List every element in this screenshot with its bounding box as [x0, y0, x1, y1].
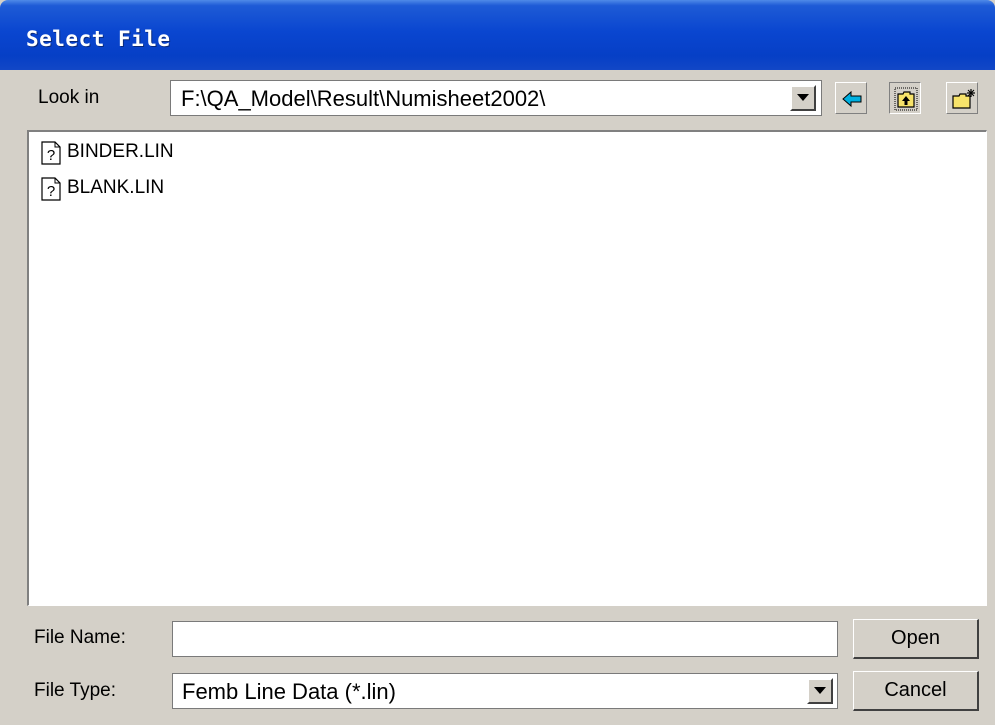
cancel-button[interactable]: Cancel [853, 671, 979, 711]
folder-up-icon [894, 87, 918, 111]
back-button[interactable] [835, 82, 867, 114]
svg-text:?: ? [47, 183, 55, 200]
file-list[interactable]: ? BINDER.LIN ? BLANK.LIN [27, 130, 987, 606]
file-type-value: Femb Line Data (*.lin) [182, 679, 396, 704]
select-file-dialog: Select File Look in F:\QA_Model\Result\N… [0, 0, 995, 725]
look-in-dropdown-button[interactable] [790, 85, 816, 111]
file-name-input[interactable] [172, 621, 838, 657]
file-type-combobox[interactable]: Femb Line Data (*.lin) [172, 673, 838, 709]
up-one-level-button[interactable] [889, 82, 921, 114]
file-name: BINDER.LIN [67, 141, 174, 162]
title-bar[interactable]: Select File [0, 0, 995, 70]
create-new-folder-button[interactable] [946, 82, 978, 114]
look-in-combobox[interactable]: F:\QA_Model\Result\Numisheet2002\ [170, 80, 822, 116]
file-type-label: File Type: [34, 680, 117, 701]
dialog-body: Look in F:\QA_Model\Result\Numisheet2002… [0, 70, 995, 725]
open-button[interactable]: Open [853, 619, 979, 659]
svg-text:?: ? [47, 147, 55, 164]
unknown-file-icon: ? [41, 177, 61, 201]
file-type-dropdown-button[interactable] [807, 678, 833, 704]
dialog-title: Select File [26, 27, 171, 51]
unknown-file-icon: ? [41, 141, 61, 165]
file-name-label: File Name: [34, 627, 126, 648]
look-in-path: F:\QA_Model\Result\Numisheet2002\ [181, 86, 546, 111]
arrow-left-icon [842, 90, 862, 108]
new-folder-icon [952, 89, 975, 109]
file-name: BLANK.LIN [67, 177, 165, 198]
look-in-label: Look in [38, 87, 100, 108]
